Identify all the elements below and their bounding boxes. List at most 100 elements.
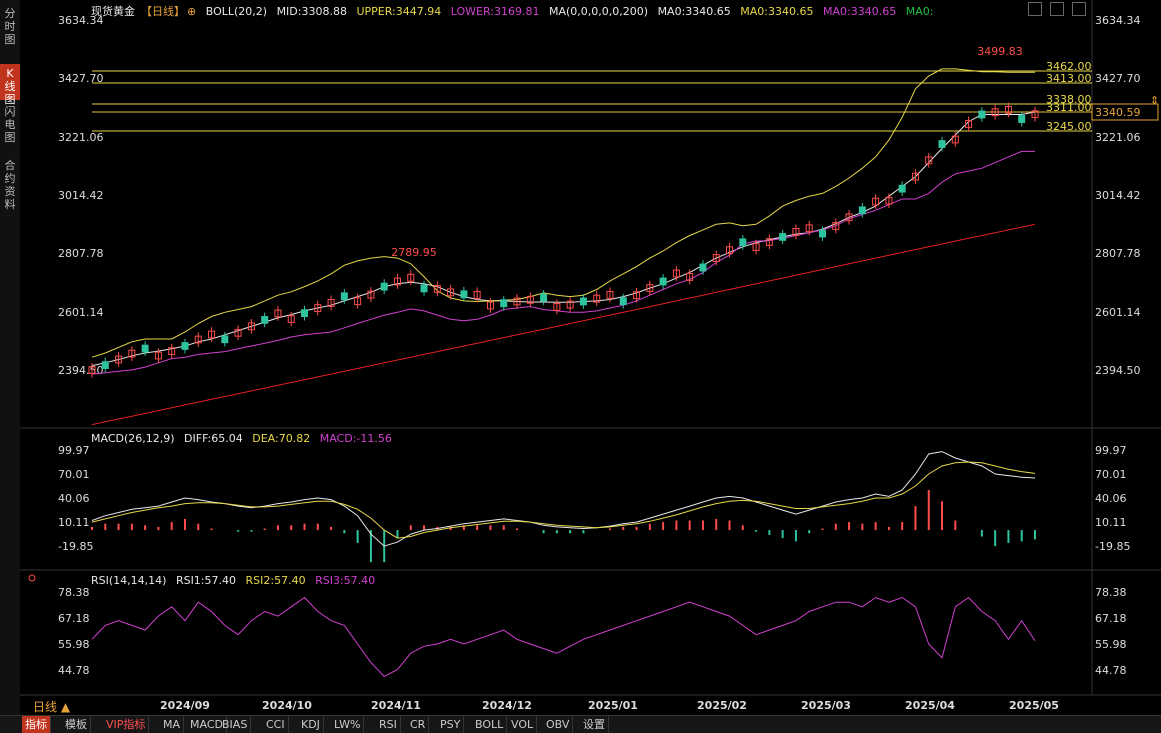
- macd-right-tick-1: 70.01: [1095, 468, 1127, 481]
- x-tick-4: 2025/01: [588, 699, 638, 712]
- candle-body-52: [779, 233, 787, 241]
- x-tick-7: 2025/04: [905, 699, 955, 712]
- macd-left-tick-4: -19.85: [58, 540, 93, 553]
- ma0-c: MA0:3340.65: [823, 5, 897, 18]
- price-left-tick-2: 3221.06: [58, 131, 104, 144]
- settings-icon[interactable]: ⊕: [187, 5, 196, 18]
- indicator-tab-0[interactable]: 指标: [22, 716, 51, 733]
- macd-line-diff: [91, 451, 1036, 547]
- rsi-right-tick-1: 67.18: [1095, 612, 1127, 625]
- indicator-tab-10[interactable]: CR: [407, 716, 430, 733]
- candle-body-13: [261, 316, 269, 324]
- indicator-tab-bar: 指标 模板 VIP指标 MA MACD BIAS CCI KDJ LW% RSI CR PSY BOLL…: [0, 715, 1161, 733]
- macd-right-tick-3: 10.11: [1095, 516, 1127, 529]
- macd-dea: DEA:70.82: [252, 432, 311, 445]
- series-line-lower: [91, 150, 1035, 375]
- rsi-legend: RSI(14,14,14) RSI1:57.40 RSI2:57.40 RSI3…: [91, 574, 381, 587]
- price-left-tick-5: 2601.14: [58, 306, 104, 319]
- indicator-tab-6[interactable]: CCI: [263, 716, 289, 733]
- indicator-tab-14[interactable]: OBV: [543, 716, 574, 733]
- candle-body-46: [699, 263, 707, 272]
- rsi-left-tick-1: 67.18: [58, 612, 90, 625]
- rsi3-value: RSI3:57.40: [315, 574, 376, 587]
- rsi-right-tick-0: 78.38: [1095, 586, 1127, 599]
- period-tag[interactable]: 【日线】: [141, 5, 185, 18]
- indicator-tab-12[interactable]: BOLL: [472, 716, 508, 733]
- x-tick-3: 2024/12: [482, 699, 532, 712]
- h-level-label-1: 3413.00: [1046, 72, 1092, 85]
- candle-body-67: [978, 110, 986, 119]
- price-right-tick-5: 2601.14: [1095, 306, 1141, 319]
- rsi-line: [91, 596, 1036, 678]
- candle-body-19: [340, 292, 348, 301]
- macd-value: MACD:-11.56: [319, 432, 392, 445]
- candle-body-25: [420, 284, 428, 293]
- annotation-0: 3499.83: [977, 45, 1023, 58]
- indicator-tab-13[interactable]: VOL: [508, 716, 538, 733]
- price-right-tick-4: 2807.78: [1095, 247, 1141, 260]
- left-tab-2[interactable]: 闪电图: [0, 102, 20, 152]
- indicator-tab-11[interactable]: PSY: [437, 716, 465, 733]
- boll-mid: MID:3308.88: [276, 5, 347, 18]
- rsi-left-tick-0: 78.38: [58, 586, 90, 599]
- indicator-tab-5[interactable]: BIAS: [219, 716, 252, 733]
- indicator-tab-8[interactable]: LW%: [331, 716, 365, 733]
- candle-body-70: [1018, 115, 1026, 123]
- candle-body-61: [898, 184, 906, 193]
- period-selector[interactable]: 日线 ▲: [33, 698, 70, 715]
- current-price-marker-icon: ⇕: [1150, 94, 1159, 107]
- current-price-label: 3340.59: [1095, 106, 1141, 119]
- x-tick-2: 2024/11: [371, 699, 421, 712]
- h-level-label-4: 3245.00: [1046, 120, 1092, 133]
- indicator-tab-7[interactable]: KDJ: [298, 716, 324, 733]
- indicator-tab-2[interactable]: VIP指标: [103, 716, 150, 733]
- restore-window-icon[interactable]: [1028, 2, 1042, 16]
- candle-body-10: [221, 335, 229, 344]
- indicator-tab-1[interactable]: 模板: [62, 716, 91, 733]
- candle-body-37: [579, 297, 587, 306]
- annotation-1: 2789.95: [391, 246, 437, 259]
- x-tick-0: 2024/09: [160, 699, 210, 712]
- macd-left-tick-3: 10.11: [58, 516, 90, 529]
- rsi1-value: RSI1:57.40: [175, 574, 237, 587]
- candle-body-16: [301, 309, 309, 318]
- price-right-tick-2: 3221.06: [1095, 131, 1141, 144]
- boll-lower: LOWER:3169.81: [450, 5, 540, 18]
- price-left-tick-4: 2807.78: [58, 247, 104, 260]
- ma0-a: MA0:3340.65: [657, 5, 731, 18]
- rsi2-value: RSI2:57.40: [245, 574, 306, 587]
- macd-left-tick-2: 40.06: [58, 492, 90, 505]
- candle-body-1: [101, 361, 109, 369]
- candle-body-58: [858, 206, 866, 215]
- candle-body-43: [659, 277, 667, 286]
- macd-left-tick-1: 70.01: [58, 468, 90, 481]
- macd-right-tick-0: 99.97: [1095, 444, 1127, 457]
- left-tab-3[interactable]: 合约资料: [0, 156, 20, 214]
- price-right-tick-3: 3014.42: [1095, 189, 1141, 202]
- macd-right-tick-4: -19.85: [1095, 540, 1130, 553]
- rsi-right-tick-2: 55.98: [1095, 638, 1127, 651]
- indicator-tab-15[interactable]: 设置: [580, 716, 609, 733]
- maximize-window-icon[interactable]: [1050, 2, 1064, 16]
- x-tick-5: 2025/02: [697, 699, 747, 712]
- indicator-tab-9[interactable]: RSI: [376, 716, 401, 733]
- indicator-tab-3[interactable]: MA: [160, 716, 185, 733]
- candle-body-4: [141, 344, 149, 353]
- left-tab-0[interactable]: 分时图: [0, 4, 20, 56]
- rsi-name: RSI(14,14,14): [91, 574, 167, 587]
- candle-body-7: [181, 342, 189, 350]
- close-window-icon[interactable]: [1072, 2, 1086, 16]
- ma-label: MA(0,0,0,0,0,200): [548, 5, 649, 18]
- series-line-mid: [91, 111, 1036, 367]
- x-tick-6: 2025/03: [801, 699, 851, 712]
- chart-area[interactable]: 3634.34 3634.34 3427.70 3427.70 3221.06 3221.…: [20, 0, 1161, 715]
- candle-body-40: [619, 297, 627, 306]
- macd-right-tick-2: 40.06: [1095, 492, 1127, 505]
- x-tick-1: 2024/10: [262, 699, 312, 712]
- left-tab-1[interactable]: K线图: [0, 64, 20, 106]
- candle-body-49: [739, 238, 747, 247]
- candle-body-64: [938, 140, 946, 148]
- instrument-name: 现货黄金: [91, 5, 135, 18]
- macd-left-tick-0: 99.97: [58, 444, 90, 457]
- rsi-right-tick-3: 44.78: [1095, 664, 1127, 677]
